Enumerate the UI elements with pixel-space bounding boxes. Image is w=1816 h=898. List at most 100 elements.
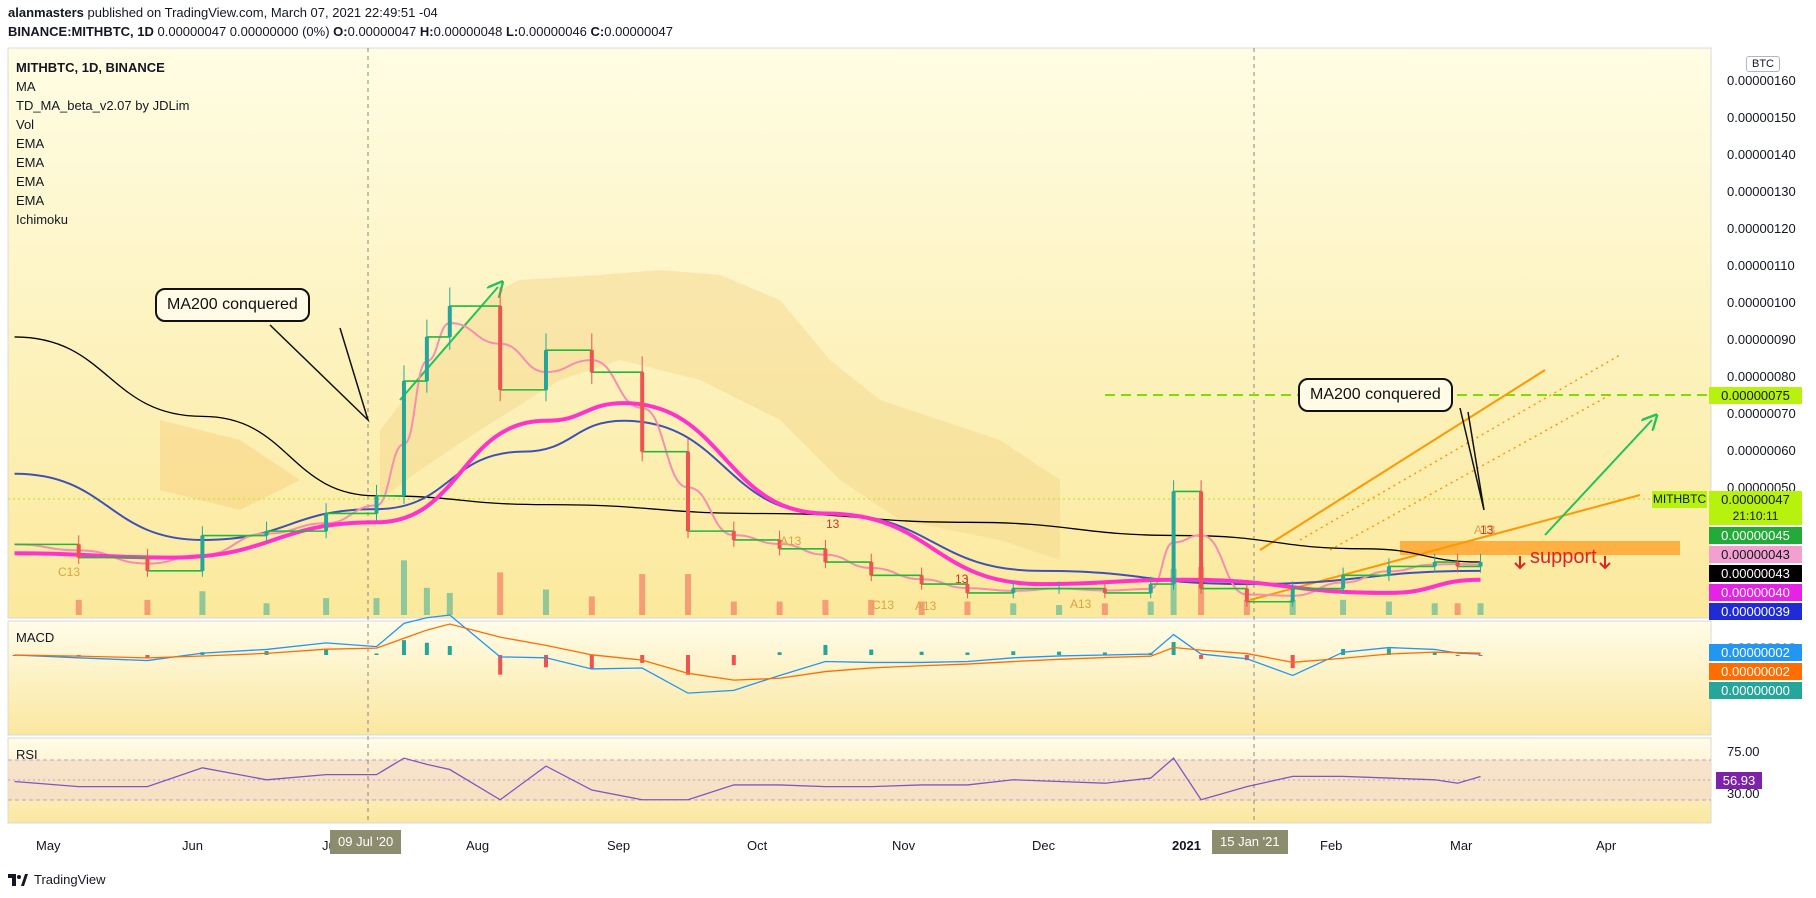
volume-bar bbox=[400, 560, 407, 615]
candle-body bbox=[76, 544, 81, 558]
price-axis-label: 0.00000090 bbox=[1727, 332, 1796, 347]
macd-pane[interactable] bbox=[7, 620, 1712, 736]
macd-bar bbox=[447, 645, 452, 655]
macd-tag-hist: 0.00000000 bbox=[1709, 682, 1802, 699]
candle-body bbox=[324, 513, 329, 532]
legend-title: MITHBTC, 1D, BINANCE bbox=[16, 60, 165, 75]
volume-bar bbox=[730, 601, 737, 615]
footer-brand-text: TradingView bbox=[34, 872, 106, 887]
price-axis-label: 0.00000160 bbox=[1727, 73, 1796, 88]
volume-bar bbox=[964, 601, 971, 615]
legend-td[interactable]: TD_MA_beta_v2.07 by JDLim bbox=[16, 98, 189, 113]
macd-bar bbox=[1057, 651, 1062, 655]
volume-bar bbox=[446, 592, 453, 615]
month-label: Oct bbox=[747, 838, 768, 853]
volume-bar bbox=[373, 598, 380, 615]
volume-bar bbox=[75, 599, 82, 615]
date-highlight-jul: 09 Jul '20 bbox=[330, 830, 402, 854]
macd-bar bbox=[919, 651, 924, 655]
month-label: Dec bbox=[1032, 838, 1056, 853]
legend-ema-2[interactable]: EMA bbox=[16, 155, 44, 170]
rsi-value-tag: 56.93 bbox=[1716, 772, 1762, 789]
macd-bar bbox=[401, 640, 406, 655]
month-label: Apr bbox=[1596, 838, 1617, 853]
macd-bar bbox=[777, 652, 782, 655]
volume-bar bbox=[423, 587, 430, 615]
candle-body bbox=[1386, 566, 1391, 576]
candle-body bbox=[1102, 588, 1107, 593]
legend-vol[interactable]: Vol bbox=[16, 117, 34, 132]
macd-bar bbox=[823, 644, 828, 655]
td-mark: 13 bbox=[1480, 523, 1494, 537]
volume-bar bbox=[323, 598, 330, 615]
price-tag-ema-green: 0.00000045 bbox=[1709, 527, 1802, 544]
macd-tag-line: 0.00000002 bbox=[1709, 644, 1802, 661]
month-label: 2021 bbox=[1172, 838, 1201, 853]
candle-body bbox=[543, 350, 548, 390]
volume-bar bbox=[542, 589, 549, 615]
countdown-tag: 21:10:11 bbox=[1709, 508, 1802, 525]
candle-body bbox=[200, 535, 205, 571]
price-axis-label: 0.00000130 bbox=[1727, 184, 1796, 199]
month-label: Aug bbox=[466, 838, 490, 853]
volume-bar bbox=[1340, 599, 1347, 615]
macd-bar bbox=[543, 655, 548, 668]
month-label: May bbox=[36, 838, 61, 853]
candle-body bbox=[1244, 588, 1249, 602]
month-label: Feb bbox=[1320, 838, 1343, 853]
candle-body bbox=[589, 350, 594, 373]
legend-ichimoku[interactable]: Ichimoku bbox=[16, 212, 68, 227]
volume-bar bbox=[822, 599, 829, 615]
price-axis-label: 0.00000110 bbox=[1727, 258, 1795, 273]
legend-ema-4[interactable]: EMA bbox=[16, 193, 44, 208]
volume-bar bbox=[776, 601, 783, 615]
legend-ema-3[interactable]: EMA bbox=[16, 174, 44, 189]
candle-body bbox=[1171, 491, 1176, 585]
macd-label[interactable]: MACD bbox=[16, 630, 54, 645]
candle-body bbox=[1478, 562, 1483, 567]
legend-ema-1[interactable]: EMA bbox=[16, 136, 44, 151]
volume-bar bbox=[263, 603, 270, 615]
macd-bar bbox=[498, 655, 503, 675]
footer-brand[interactable]: TradingView bbox=[8, 872, 106, 887]
month-label: Mar bbox=[1450, 838, 1473, 853]
macd-bar bbox=[424, 642, 429, 655]
macd-bar bbox=[374, 653, 379, 655]
macd-bar bbox=[1011, 651, 1016, 655]
macd-bar bbox=[965, 652, 970, 655]
volume-bar bbox=[144, 599, 151, 615]
volume-bar bbox=[639, 574, 646, 615]
month-label: Jun bbox=[182, 838, 203, 853]
macd-bar bbox=[1455, 655, 1460, 656]
price-axis-label: 0.00000120 bbox=[1727, 221, 1796, 236]
tradingview-logo-icon bbox=[8, 873, 28, 886]
candle-body bbox=[145, 557, 150, 571]
volume-bar bbox=[1101, 603, 1108, 615]
legend-ma[interactable]: MA bbox=[16, 79, 36, 94]
td-mark: A13 bbox=[915, 599, 937, 613]
macd-bar bbox=[731, 655, 736, 666]
rsi-label[interactable]: RSI bbox=[16, 747, 38, 762]
price-tag-ma200: 0.00000043 bbox=[1709, 565, 1802, 582]
macd-bar bbox=[589, 655, 594, 670]
candle-body bbox=[919, 575, 924, 585]
candle-body bbox=[1341, 575, 1346, 589]
macd-bar bbox=[640, 655, 645, 663]
td-mark: C13 bbox=[58, 565, 80, 579]
candle-body bbox=[823, 548, 828, 563]
price-tag-ema-blue: 0.00000039 bbox=[1709, 603, 1802, 620]
candle-body bbox=[869, 562, 874, 576]
candle-body bbox=[1148, 584, 1153, 593]
price-tag-resistance: 0.00000075 bbox=[1709, 387, 1802, 404]
macd-bar bbox=[1199, 655, 1204, 659]
chart-canvas[interactable]: C13 A13 13 13 A13 C13 A13 A13 13 support bbox=[0, 0, 1816, 898]
candle-body bbox=[1011, 588, 1016, 593]
date-highlight-jan: 15 Jan '21 bbox=[1212, 830, 1288, 854]
month-label: Sep bbox=[607, 838, 631, 853]
td-mark: C13 bbox=[872, 598, 894, 612]
volume-bar bbox=[1454, 603, 1461, 615]
candle-body bbox=[1455, 562, 1460, 567]
callout-ma200-left: MA200 conquered bbox=[155, 288, 310, 322]
currency-badge[interactable]: BTC bbox=[1746, 56, 1780, 72]
candle-body bbox=[264, 531, 269, 536]
